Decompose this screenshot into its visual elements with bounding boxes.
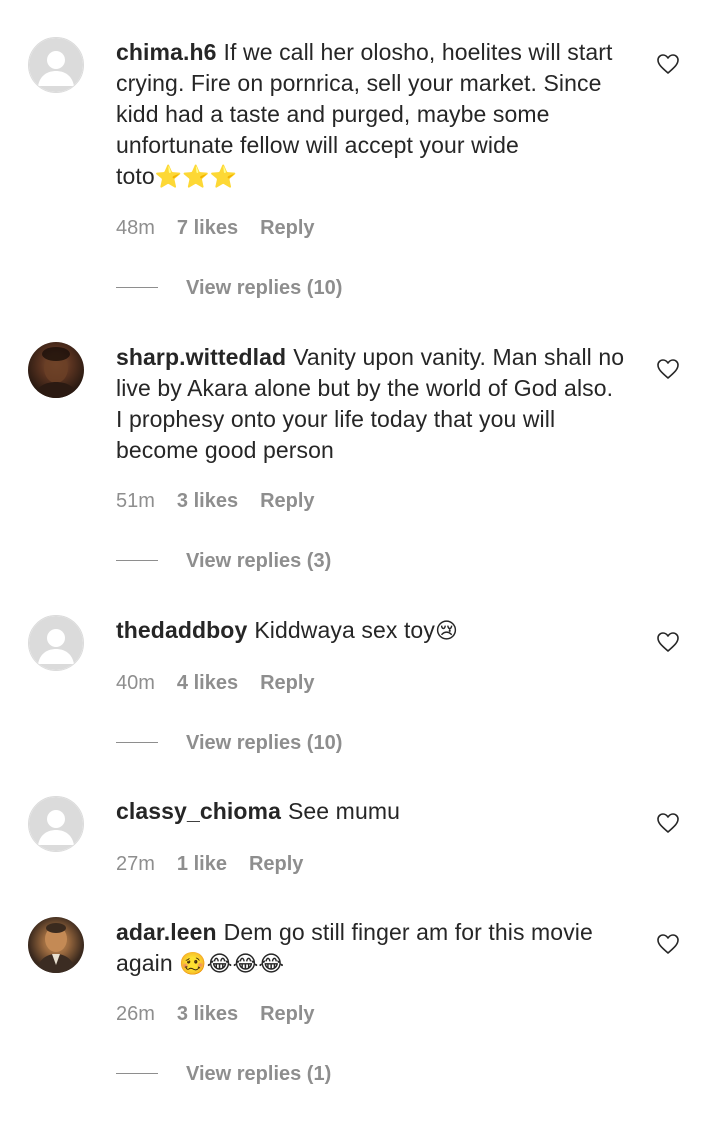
- comment-meta: 48m 7 likes Reply: [116, 217, 315, 240]
- heart-outline-icon[interactable]: [656, 53, 680, 75]
- view-replies-label: View replies (1): [186, 1063, 332, 1085]
- view-replies-label: View replies (10): [186, 732, 343, 754]
- view-replies-label: View replies (3): [186, 550, 332, 572]
- comment-text: Kiddwaya sex toy: [254, 617, 435, 643]
- comment-body: sharp.wittedlad Vanity upon vanity. Man s…: [116, 342, 626, 466]
- comment-likes[interactable]: 4 likes: [177, 672, 238, 694]
- comment-body: thedaddboy Kiddwaya sex toy😢: [116, 615, 626, 646]
- person-silhouette-icon: [29, 616, 83, 670]
- comment-likes[interactable]: 3 likes: [177, 490, 238, 512]
- comment-meta: 26m 3 likes Reply: [116, 1003, 315, 1026]
- heart-outline-icon[interactable]: [656, 812, 680, 834]
- comment-time: 51m: [116, 490, 155, 512]
- view-replies-label: View replies (10): [186, 277, 343, 299]
- comment-username[interactable]: adar.leen: [116, 919, 217, 945]
- comment-meta: 40m 4 likes Reply: [116, 672, 315, 695]
- view-replies-button[interactable]: View replies (10): [116, 732, 342, 755]
- comment-username[interactable]: sharp.wittedlad: [116, 344, 286, 370]
- comment-time: 48m: [116, 217, 155, 239]
- comment-body: chima.h6 If we call her olosho, hoelites …: [116, 37, 626, 192]
- view-replies-button[interactable]: View replies (10): [116, 277, 342, 300]
- comment-body: classy_chioma See mumu: [116, 796, 626, 827]
- heart-outline-icon[interactable]: [656, 358, 680, 380]
- divider-line: [116, 560, 158, 562]
- comment-time: 27m: [116, 853, 155, 875]
- view-replies-button[interactable]: View replies (3): [116, 550, 331, 573]
- comment-meta: 51m 3 likes Reply: [116, 490, 315, 513]
- comment-meta: 27m 1 like Reply: [116, 853, 303, 876]
- comment-emoji: 🥴😂😂😂: [179, 951, 285, 976]
- reply-button[interactable]: Reply: [249, 853, 303, 875]
- comment-time: 40m: [116, 672, 155, 694]
- reply-button[interactable]: Reply: [260, 1003, 314, 1025]
- profile-photo-icon: [34, 347, 78, 398]
- comment-emoji: ⭐⭐⭐: [154, 164, 238, 189]
- comment-username[interactable]: chima.h6: [116, 39, 217, 65]
- heart-outline-icon[interactable]: [656, 631, 680, 653]
- comment-likes[interactable]: 1 like: [177, 853, 227, 875]
- avatar[interactable]: [28, 917, 84, 973]
- divider-line: [116, 287, 158, 289]
- divider-line: [116, 1073, 158, 1075]
- divider-line: [116, 742, 158, 744]
- reply-button[interactable]: Reply: [260, 490, 314, 512]
- avatar[interactable]: [28, 796, 84, 852]
- comment-username[interactable]: classy_chioma: [116, 798, 281, 824]
- person-silhouette-icon: [29, 38, 83, 92]
- avatar[interactable]: [28, 37, 84, 93]
- person-silhouette-icon: [29, 797, 83, 851]
- comment-text: See mumu: [287, 798, 400, 824]
- avatar[interactable]: [28, 615, 84, 671]
- profile-photo-icon: [36, 923, 76, 973]
- comment-emoji: 😢: [434, 618, 458, 643]
- comment-likes[interactable]: 7 likes: [177, 217, 238, 239]
- view-replies-button[interactable]: View replies (1): [116, 1063, 331, 1086]
- reply-button[interactable]: Reply: [260, 672, 314, 694]
- heart-outline-icon[interactable]: [656, 933, 680, 955]
- comment-body: adar.leen Dem go still finger am for this…: [116, 917, 626, 979]
- comment-username[interactable]: thedaddboy: [116, 617, 247, 643]
- avatar[interactable]: [28, 342, 84, 398]
- comment-likes[interactable]: 3 likes: [177, 1003, 238, 1025]
- reply-button[interactable]: Reply: [260, 217, 314, 239]
- comment-time: 26m: [116, 1003, 155, 1025]
